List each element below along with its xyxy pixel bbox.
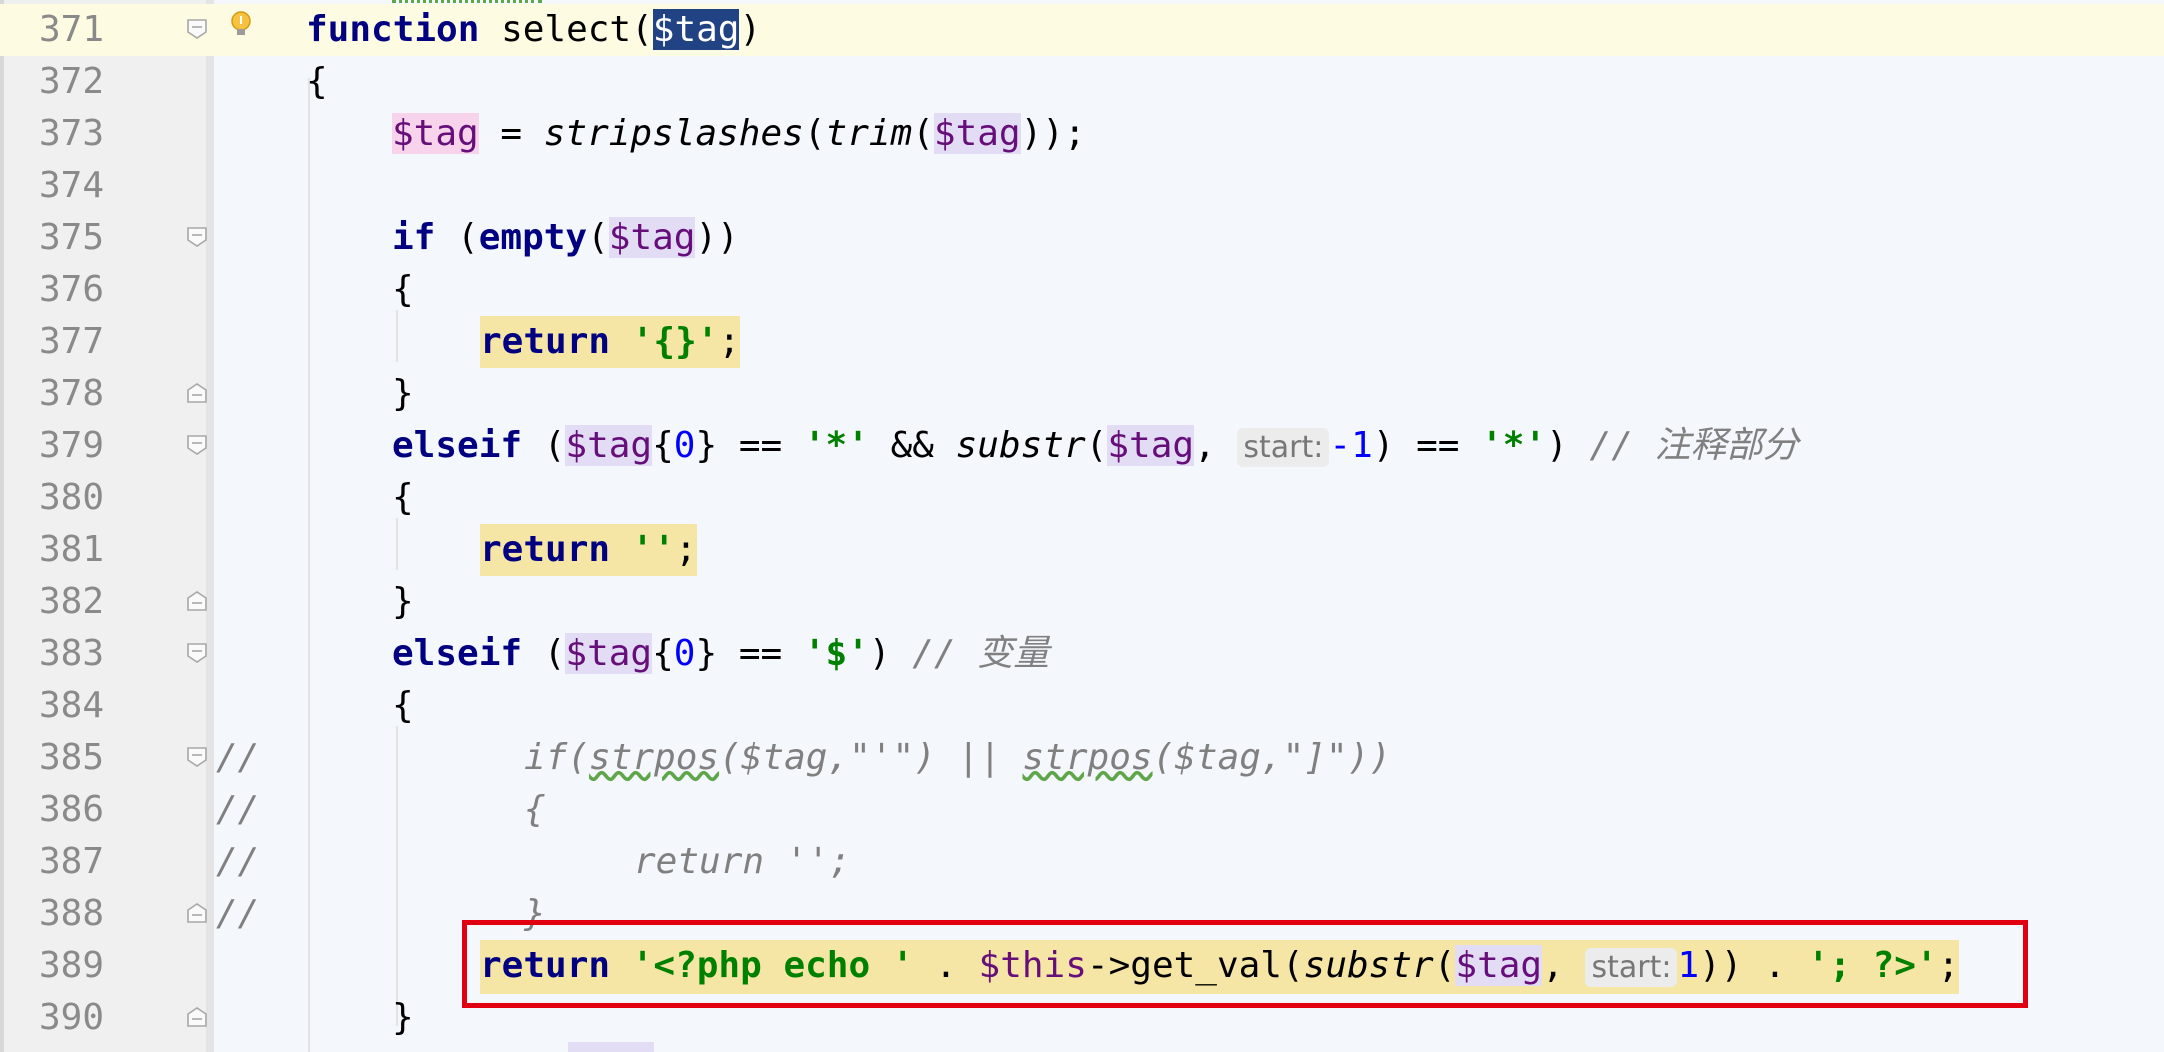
code-line[interactable]: 386 // { bbox=[0, 784, 2164, 836]
line-number: 383 bbox=[38, 633, 104, 674]
line-number: 384 bbox=[38, 685, 104, 726]
code-text: elseif ($tag{0} == '$') // 变量 bbox=[392, 633, 1050, 674]
code-text: if(strpos($tag,"'") || strpos($tag,"]")) bbox=[524, 737, 1391, 778]
code-line[interactable]: 382 } bbox=[0, 576, 2164, 628]
line-number: 371 bbox=[38, 9, 104, 50]
code-text: { bbox=[306, 61, 328, 102]
line-number: 373 bbox=[38, 113, 104, 154]
code-line[interactable]: 373 $tag = stripslashes(trim($tag)); bbox=[0, 108, 2164, 160]
line-number: 382 bbox=[38, 581, 104, 622]
code-text: return ''; bbox=[480, 524, 697, 576]
line-number: 377 bbox=[38, 321, 104, 362]
code-line[interactable]: 374 bbox=[0, 160, 2164, 212]
comment-marker: // bbox=[216, 737, 260, 778]
selected-text: $tag bbox=[652, 9, 740, 50]
code-text: } bbox=[392, 373, 414, 414]
code-line[interactable]: 385 // if(strpos($tag,"'") || strpos($ta… bbox=[0, 732, 2164, 784]
line-number: 378 bbox=[38, 373, 104, 414]
comment-marker: // bbox=[216, 841, 260, 882]
code-text: return '{}'; bbox=[480, 316, 741, 368]
code-line[interactable]: 384 { bbox=[0, 680, 2164, 732]
line-number: 375 bbox=[38, 217, 104, 258]
code-line[interactable]: 379 elseif ($tag{0} == '*' && substr($ta… bbox=[0, 420, 2164, 472]
code-line[interactable]: 376 { bbox=[0, 264, 2164, 316]
parameter-hint: start: bbox=[1237, 428, 1330, 467]
code-line[interactable]: 372 { bbox=[0, 56, 2164, 108]
line-number: 376 bbox=[38, 269, 104, 310]
code-line[interactable]: 377 return '{}'; bbox=[0, 316, 2164, 368]
code-line[interactable]: 381 return ''; bbox=[0, 524, 2164, 576]
line-number: 389 bbox=[38, 945, 104, 986]
line-number: 381 bbox=[38, 529, 104, 570]
annotation-highlight-box bbox=[462, 920, 2028, 1008]
line-number: 390 bbox=[38, 997, 104, 1038]
code-text: elseif ($tag{0} == '*' && substr($tag, s… bbox=[392, 425, 1799, 467]
line-number: 388 bbox=[38, 893, 104, 934]
line-number: 379 bbox=[38, 425, 104, 466]
code-editor[interactable]: 371 function select($tag) 372 { 373 $tag… bbox=[0, 0, 2164, 1052]
intention-bulb-icon[interactable] bbox=[228, 10, 254, 40]
fold-open-icon[interactable] bbox=[186, 18, 208, 40]
line-number: 387 bbox=[38, 841, 104, 882]
fold-close-icon[interactable] bbox=[186, 1006, 208, 1028]
code-line[interactable]: 380 { bbox=[0, 472, 2164, 524]
line-number: 380 bbox=[38, 477, 104, 518]
fold-open-icon[interactable] bbox=[186, 434, 208, 456]
code-text: { bbox=[392, 269, 414, 310]
fold-close-icon[interactable] bbox=[186, 590, 208, 612]
code-line[interactable]: 387 // return ''; bbox=[0, 836, 2164, 888]
code-text: } bbox=[392, 581, 414, 622]
fold-close-icon[interactable] bbox=[186, 902, 208, 924]
line-number: 385 bbox=[38, 737, 104, 778]
code-text: if (empty($tag)) bbox=[392, 217, 739, 258]
code-text: { bbox=[524, 789, 546, 830]
line-number: 386 bbox=[38, 789, 104, 830]
comment-marker: // bbox=[216, 789, 260, 830]
fold-open-icon[interactable] bbox=[186, 226, 208, 248]
comment-marker: // bbox=[216, 893, 260, 934]
code-text: { bbox=[392, 685, 414, 726]
code-line[interactable]: 371 function select($tag) bbox=[0, 4, 2164, 56]
scroll-highlight-marker bbox=[568, 1042, 654, 1052]
code-line[interactable]: 378 } bbox=[0, 368, 2164, 420]
code-text: } bbox=[392, 997, 414, 1038]
fold-open-icon[interactable] bbox=[186, 746, 208, 768]
code-text: return ''; bbox=[634, 841, 851, 882]
code-line[interactable]: 383 elseif ($tag{0} == '$') // 变量 bbox=[0, 628, 2164, 680]
fold-close-icon[interactable] bbox=[186, 382, 208, 404]
code-text: $tag = stripslashes(trim($tag)); bbox=[392, 113, 1086, 154]
line-number: 372 bbox=[38, 61, 104, 102]
line-number: 374 bbox=[38, 165, 104, 206]
code-text: { bbox=[392, 477, 414, 518]
fold-open-icon[interactable] bbox=[186, 642, 208, 664]
code-text: function select($tag) bbox=[306, 9, 762, 50]
code-line[interactable]: 375 if (empty($tag)) bbox=[0, 212, 2164, 264]
